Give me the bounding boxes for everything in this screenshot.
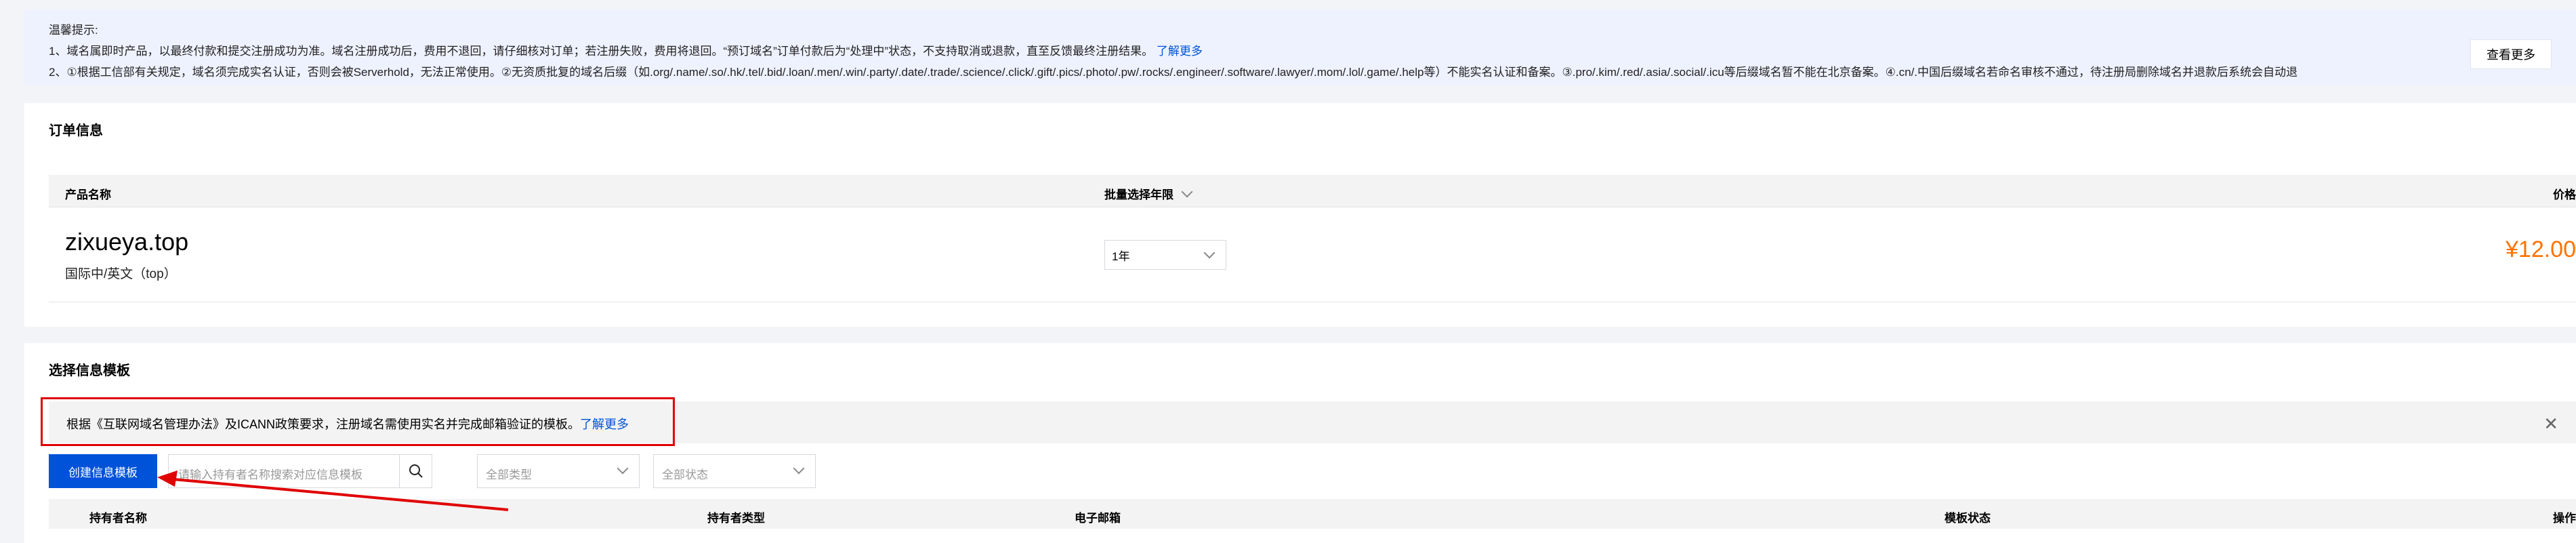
search-placeholder: 请输入持有者名称搜索对应信息模板 bbox=[178, 468, 362, 481]
order-table-header: 产品名称 批量选择年限 价格 bbox=[49, 175, 2576, 207]
notice-line-1-text: 1、域名属即时产品，以最终付款和提交注册成功为准。域名注册成功后，费用不退回，请… bbox=[49, 45, 1154, 58]
column-holder-name: 持有者名称 bbox=[89, 512, 147, 525]
order-info-title: 订单信息 bbox=[49, 123, 103, 138]
column-batch-years[interactable]: 批量选择年限 bbox=[1104, 185, 1193, 202]
holder-type-value: 全部类型 bbox=[486, 468, 532, 481]
domain-name: zixueya.top bbox=[65, 228, 189, 256]
column-actions: 操作 bbox=[2553, 512, 2576, 525]
template-tip-text-wrap: 根据《互联网域名管理办法》及ICANN政策要求，注册域名需使用实名并完成邮箱验证… bbox=[66, 415, 629, 433]
template-status-select[interactable]: 全部状态 bbox=[653, 454, 816, 488]
template-tip: 根据《互联网域名管理办法》及ICANN政策要求，注册域名需使用实名并完成邮箱验证… bbox=[49, 401, 2576, 443]
template-panel-title: 选择信息模板 bbox=[49, 363, 130, 378]
search-button[interactable] bbox=[399, 455, 432, 487]
template-table-header: 持有者名称 持有者类型 电子邮箱 模板状态 操作 bbox=[49, 499, 2576, 529]
column-holder-type: 持有者类型 bbox=[707, 512, 765, 525]
order-item-row: zixueya.top 国际中/英文（top） 1年 ¥12.00 bbox=[49, 207, 2576, 302]
notice-line-2: 2、①根据工信部有关规定，域名须完成实名认证，否则会被Serverhold，无法… bbox=[49, 66, 2298, 79]
notice-banner: 温馨提示: 1、域名属即时产品，以最终付款和提交注册成功为准。域名注册成功后，费… bbox=[24, 9, 2576, 85]
template-tip-text: 根据《互联网域名管理办法》及ICANN政策要求，注册域名需使用实名并完成邮箱验证… bbox=[66, 418, 580, 431]
chevron-down-icon bbox=[1181, 186, 1193, 197]
year-select-value: 1年 bbox=[1112, 249, 1130, 263]
domain-type: 国际中/英文（top） bbox=[65, 267, 177, 281]
column-template-status: 模板状态 bbox=[1945, 512, 1991, 525]
notice-line-1: 1、域名属即时产品，以最终付款和提交注册成功为准。域名注册成功后，费用不退回，请… bbox=[49, 41, 1203, 58]
notice-learn-more-link[interactable]: 了解更多 bbox=[1157, 45, 1203, 58]
column-product-name: 产品名称 bbox=[65, 188, 111, 201]
template-status-value: 全部状态 bbox=[662, 468, 708, 481]
close-icon[interactable]: ✕ bbox=[2543, 414, 2558, 435]
notice-title: 温馨提示: bbox=[49, 24, 98, 37]
holder-search-input[interactable]: 请输入持有者名称搜索对应信息模板 bbox=[168, 454, 432, 488]
item-price: ¥12.00 bbox=[2506, 237, 2576, 262]
search-icon bbox=[409, 464, 423, 478]
holder-type-select[interactable]: 全部类型 bbox=[477, 454, 640, 488]
chevron-down-icon bbox=[793, 462, 805, 475]
template-panel: 选择信息模板 根据《互联网域名管理办法》及ICANN政策要求，注册域名需使用实名… bbox=[24, 343, 2576, 543]
year-select[interactable]: 1年 bbox=[1104, 240, 1226, 270]
column-email: 电子邮箱 bbox=[1075, 512, 1121, 525]
chevron-down-icon bbox=[617, 462, 629, 475]
order-info-panel: 订单信息 产品名称 批量选择年限 价格 zixueya.top 国际中/英文（t… bbox=[24, 103, 2576, 327]
chevron-down-icon bbox=[1203, 247, 1216, 259]
create-template-button[interactable]: 创建信息模板 bbox=[49, 454, 157, 488]
column-price: 价格 bbox=[2553, 188, 2576, 201]
view-more-button[interactable]: 查看更多 bbox=[2470, 39, 2552, 69]
batch-years-label: 批量选择年限 bbox=[1104, 188, 1173, 201]
template-tip-learn-more-link[interactable]: 了解更多 bbox=[580, 418, 629, 431]
